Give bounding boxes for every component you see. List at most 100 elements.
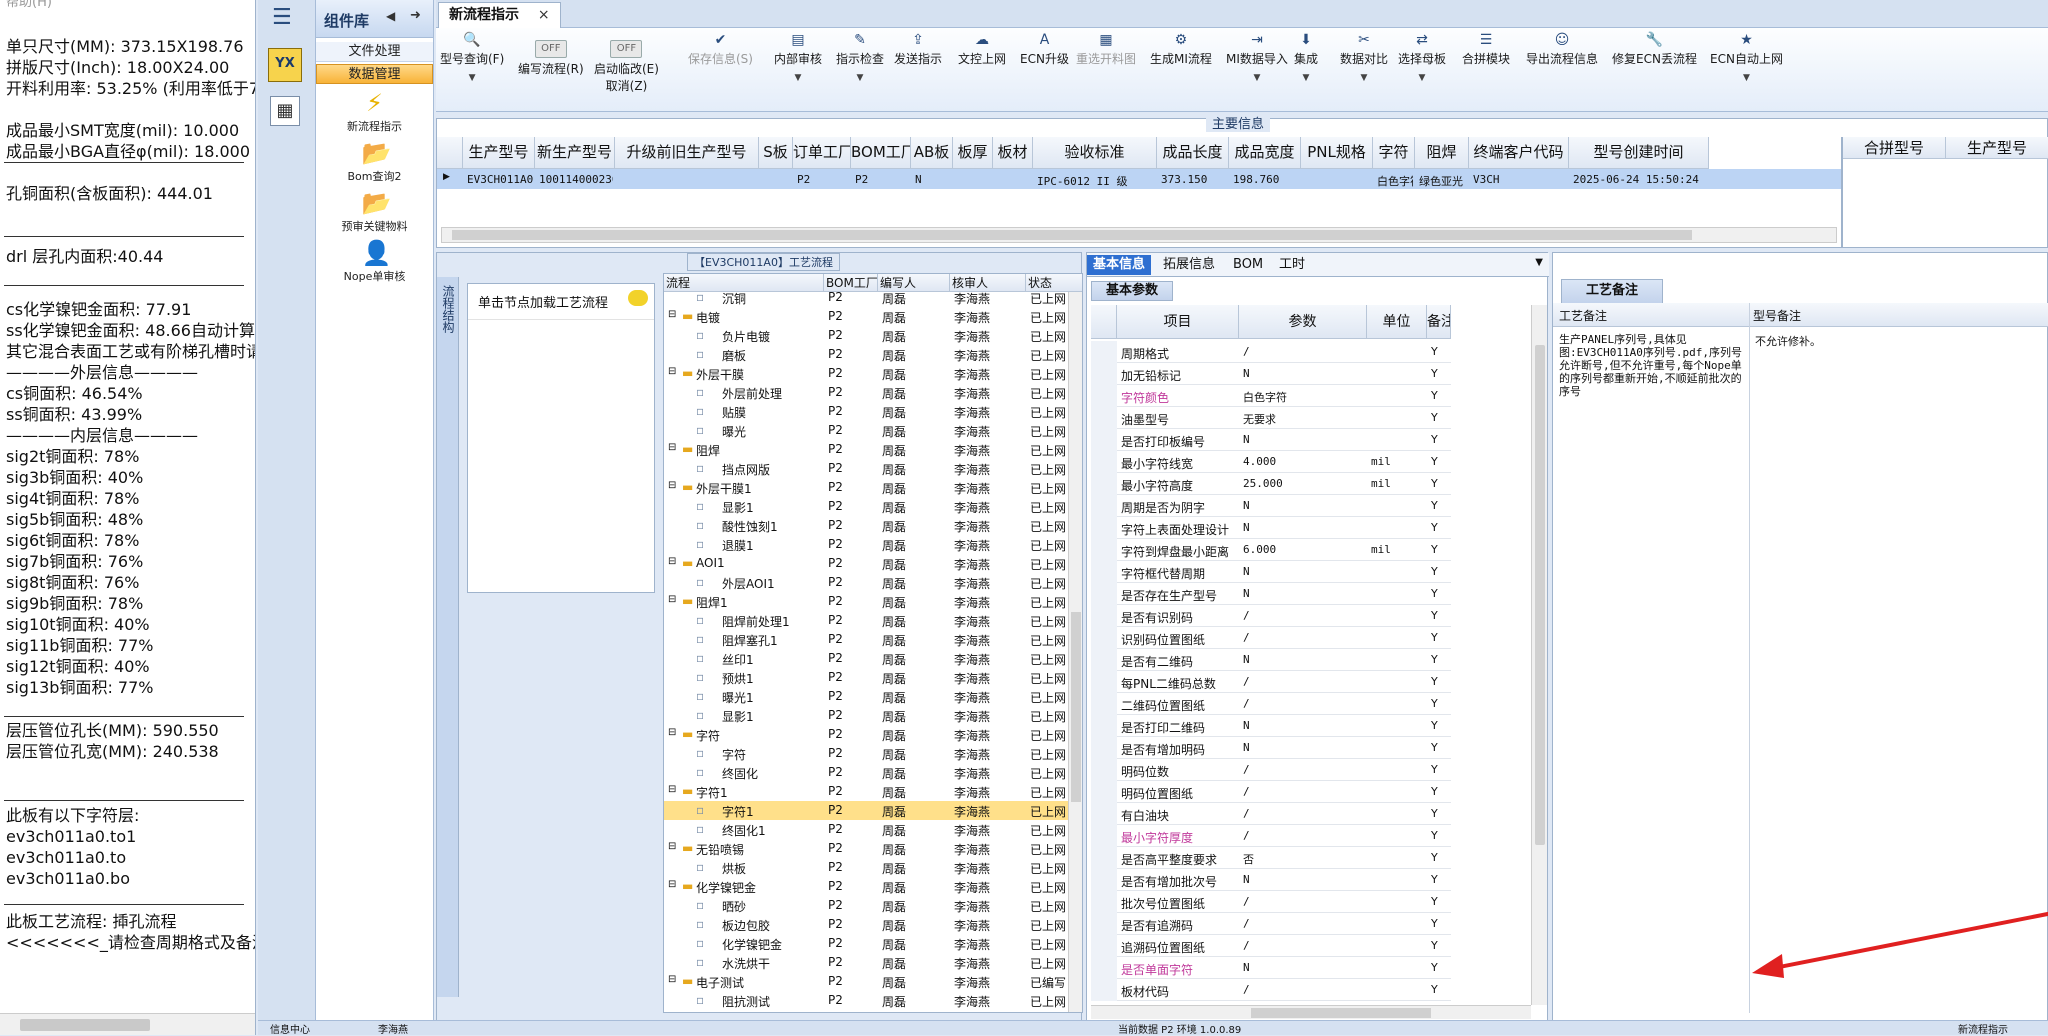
process-row[interactable]: ▫ 曝光 P2 周磊 李海燕 已上网: [664, 421, 1068, 440]
info-param[interactable]: 4.000: [1243, 455, 1276, 468]
grid-cell[interactable]: 10011400023056: [539, 173, 613, 186]
info-row[interactable]: 最小字符高度 25.000 mil Y: [1091, 473, 1451, 495]
file-processing-button[interactable]: 文件处理: [316, 42, 433, 62]
info-row[interactable]: 字符颜色 白色字符 Y: [1091, 385, 1451, 407]
chevron-down-icon[interactable]: ▼: [1398, 73, 1446, 83]
vertical-scrollbar[interactable]: [1068, 292, 1082, 1012]
grid-cell[interactable]: 绿色亚光: [1419, 173, 1467, 189]
tab-process-notes[interactable]: 工艺备注: [1561, 279, 1664, 303]
scrollbar-thumb[interactable]: [1251, 1008, 1431, 1018]
info-row[interactable]: 是否高平整度要求 否 Y: [1091, 847, 1451, 869]
info-row[interactable]: 是否有增加批次号 N Y: [1091, 869, 1451, 891]
process-row[interactable]: ▫ 显影1 P2 周磊 李海燕 已上网: [664, 706, 1068, 725]
grid-cell[interactable]: 2025-06-24 15:50:24: [1573, 173, 1707, 186]
info-param[interactable]: /: [1243, 697, 1250, 710]
write-flow-button[interactable]: OFF 编写流程(R): [518, 32, 584, 77]
info-param[interactable]: N: [1243, 653, 1250, 666]
model-note-text[interactable]: 不允许修补。: [1755, 333, 2035, 349]
info-param[interactable]: /: [1243, 631, 1250, 644]
info-row[interactable]: 周期格式 / Y: [1091, 341, 1451, 363]
close-icon[interactable]: ×: [538, 7, 550, 23]
column-header[interactable]: 新生产型号: [535, 137, 615, 169]
process-row[interactable]: ⊟ ▬ 外层干膜 P2 周磊 李海燕 已上网: [664, 364, 1068, 383]
info-row[interactable]: 周期是否为阴字 N Y: [1091, 495, 1451, 517]
info-tab[interactable]: 工时: [1273, 255, 1311, 275]
scrollbar-thumb[interactable]: [1535, 345, 1545, 845]
info-param[interactable]: /: [1243, 609, 1250, 622]
calculator-icon[interactable]: ▦: [270, 96, 300, 126]
grid-cell[interactable]: EV3CH011A0: [467, 173, 533, 186]
info-param[interactable]: 25.000: [1243, 477, 1283, 490]
grid-cell[interactable]: IPC-6012 II 级: [1037, 173, 1155, 189]
info-row[interactable]: 字符上表面处理设计 N Y: [1091, 517, 1451, 539]
info-row[interactable]: 最小字符线宽 4.000 mil Y: [1091, 451, 1451, 473]
process-row[interactable]: ▫ 沉铜 P2 周磊 李海燕 已上网: [664, 288, 1068, 307]
info-tab[interactable]: 拓展信息: [1157, 255, 1221, 275]
collapse-icon[interactable]: ⊟: [668, 727, 676, 738]
info-row[interactable]: 加无铅标记 N Y: [1091, 363, 1451, 385]
collapse-icon[interactable]: ⊟: [668, 841, 676, 852]
info-tab[interactable]: BOM: [1227, 255, 1269, 275]
info-param[interactable]: N: [1243, 961, 1250, 974]
process-row[interactable]: ▫ 字符 P2 周磊 李海燕 已上网: [664, 744, 1068, 763]
info-row[interactable]: 油墨型号 无要求 Y: [1091, 407, 1451, 429]
send-instruction-button[interactable]: ⇪ 发送指示: [894, 32, 942, 67]
column-header[interactable]: 字符: [1373, 137, 1415, 169]
chevron-down-icon[interactable]: ▼: [1294, 73, 1318, 83]
info-row[interactable]: 是否有识别码 / Y: [1091, 605, 1451, 627]
info-param[interactable]: N: [1243, 587, 1250, 600]
info-row[interactable]: 有白油块 / Y: [1091, 803, 1451, 825]
process-row[interactable]: ▫ 挡点网版 P2 周磊 李海燕 已上网: [664, 459, 1068, 478]
dropdown-icon[interactable]: ▼: [1535, 257, 1543, 268]
column-header[interactable]: PNL规格: [1301, 137, 1373, 169]
info-param[interactable]: N: [1243, 719, 1250, 732]
grid-cell[interactable]: P2: [797, 173, 849, 186]
column-header[interactable]: 终端客户代码: [1469, 137, 1569, 169]
info-param[interactable]: 白色字符: [1243, 389, 1287, 405]
info-column-header[interactable]: 参数: [1239, 305, 1367, 339]
info-row[interactable]: 是否打印板编号 N Y: [1091, 429, 1451, 451]
info-center-label[interactable]: 信息中心: [270, 1021, 310, 1036]
scrollbar-thumb[interactable]: [1071, 612, 1081, 802]
info-row[interactable]: 是否存在生产型号 N Y: [1091, 583, 1451, 605]
info-param[interactable]: /: [1243, 829, 1250, 842]
menu-icon[interactable]: ☰: [272, 6, 300, 30]
column-header[interactable]: 升级前旧生产型号: [615, 137, 759, 169]
chevron-down-icon[interactable]: ▼: [1226, 73, 1288, 83]
integrate-button[interactable]: ⬇ 集成 ▼: [1294, 32, 1318, 83]
collapse-icon[interactable]: ⊟: [668, 784, 676, 795]
process-row[interactable]: ▫ 外层AOI1 P2 周磊 李海燕 已上网: [664, 573, 1068, 592]
main-grid-row[interactable]: ▶ EV3CH011A0 10011400023056 P2 P2 N IPC-6012 I…: [437, 169, 1847, 189]
toggle-switch[interactable]: OFF: [610, 40, 643, 58]
chevron-down-icon[interactable]: ▼: [836, 73, 884, 83]
process-row[interactable]: ⊟ ▬ 无铅喷锡 P2 周磊 李海燕 已上网: [664, 839, 1068, 858]
info-column-header[interactable]: 单位: [1367, 305, 1427, 339]
flow-structure-tab[interactable]: 流程结构: [440, 285, 457, 333]
doc-upload-button[interactable]: ☁ 文控上网: [958, 32, 1006, 67]
info-param[interactable]: N: [1243, 521, 1250, 534]
process-row[interactable]: ▫ 贴膜 P2 周磊 李海燕 已上网: [664, 402, 1068, 421]
internal-review-button[interactable]: ▤ 内部审核 ▼: [774, 32, 822, 83]
process-row[interactable]: ▫ 酸性蚀刻1 P2 周磊 李海燕 已上网: [664, 516, 1068, 535]
process-row[interactable]: ⊟ ▬ 化学镍钯金 P2 周磊 李海燕 已上网: [664, 877, 1068, 896]
process-row[interactable]: ▫ 字符1 P2 周磊 李海燕 已上网: [664, 801, 1068, 820]
process-row[interactable]: ⊟ ▬ 电子测试 P2 周磊 李海燕 已编写: [664, 972, 1068, 991]
info-row[interactable]: 二维码位置图纸 / Y: [1091, 693, 1451, 715]
process-note-text[interactable]: 生产PANEL序列号,具体见图:EV3CH011A0序列号.pdf,序列号允许断…: [1559, 333, 1745, 398]
collapse-icon[interactable]: ⊟: [668, 480, 676, 491]
process-row[interactable]: ▫ 化学镍钯金 P2 周磊 李海燕 已上网: [664, 934, 1068, 953]
grid-cell[interactable]: V3CH: [1473, 173, 1567, 186]
column-header[interactable]: 成品宽度: [1229, 137, 1301, 169]
repair-ecn-flow-button[interactable]: 🔧 修复ECN丢流程: [1612, 32, 1697, 67]
process-row[interactable]: ▫ 阻焊前处理1 P2 周磊 李海燕 已上网: [664, 611, 1068, 630]
process-row[interactable]: ▫ 外层前处理 P2 周磊 李海燕 已上网: [664, 383, 1068, 402]
info-param[interactable]: 6.000: [1243, 543, 1276, 556]
info-row[interactable]: 板材代码 / Y: [1091, 979, 1451, 1001]
info-row[interactable]: 明码位数 / Y: [1091, 759, 1451, 781]
process-row[interactable]: ▫ 丝印1 P2 周磊 李海燕 已上网: [664, 649, 1068, 668]
column-header[interactable]: 验收标准: [1033, 137, 1157, 169]
process-row[interactable]: ▫ 磨板 P2 周磊 李海燕 已上网: [664, 345, 1068, 364]
grid-cell[interactable]: 373.150: [1161, 173, 1227, 186]
info-param[interactable]: /: [1243, 983, 1250, 996]
info-param[interactable]: 否: [1243, 851, 1254, 867]
